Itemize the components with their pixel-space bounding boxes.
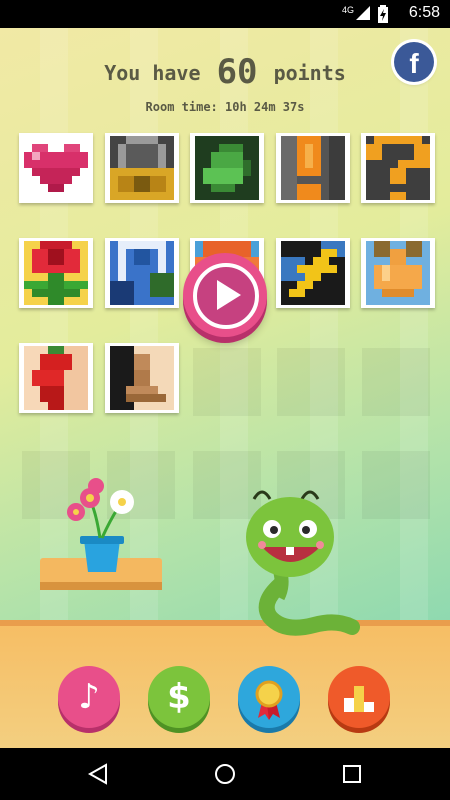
puzzle-vase[interactable] bbox=[361, 238, 435, 308]
vase-icon bbox=[366, 241, 430, 305]
locked-slot bbox=[362, 451, 430, 519]
puzzle-exclamation[interactable] bbox=[276, 133, 350, 203]
rose-icon bbox=[24, 241, 88, 305]
puzzle-lock[interactable] bbox=[105, 133, 179, 203]
achievements-button[interactable] bbox=[238, 666, 300, 728]
question-icon bbox=[366, 136, 430, 200]
lightning-icon bbox=[281, 241, 345, 305]
room-time: Room time: 10h 24m 37s bbox=[0, 100, 450, 114]
puzzle-music-note[interactable] bbox=[105, 238, 179, 308]
floor-edge bbox=[0, 620, 450, 626]
signal-icon bbox=[356, 6, 370, 20]
dollar-icon: $ bbox=[167, 677, 191, 717]
heart-icon bbox=[24, 136, 88, 200]
facebook-button[interactable]: f bbox=[394, 42, 434, 82]
music-note-icon bbox=[110, 241, 174, 305]
flower-pot-decoration bbox=[40, 478, 162, 590]
chili-pepper-icon bbox=[24, 346, 88, 410]
locked-slot bbox=[193, 348, 261, 416]
clock: 6:58 bbox=[408, 4, 440, 21]
puzzle-lightning[interactable] bbox=[276, 238, 350, 308]
points-display: You have 60 points bbox=[0, 52, 450, 92]
points-suffix: points bbox=[273, 61, 346, 85]
leaf-icon bbox=[195, 136, 259, 200]
room-time-value: 10h 24m 37s bbox=[225, 100, 305, 114]
lock-icon bbox=[110, 136, 174, 200]
puzzle-chess-pawn[interactable] bbox=[105, 343, 179, 413]
play-button[interactable] bbox=[183, 253, 267, 337]
facebook-icon: f bbox=[409, 48, 419, 79]
play-icon bbox=[217, 280, 241, 310]
music-button[interactable]: ♪ bbox=[58, 666, 120, 728]
shop-button[interactable]: $ bbox=[148, 666, 210, 728]
locked-slot bbox=[277, 348, 345, 416]
music-note-icon: ♪ bbox=[78, 677, 100, 717]
leaderboard-button[interactable] bbox=[328, 666, 390, 728]
recents-icon[interactable] bbox=[340, 762, 364, 786]
status-bar: 4G 6:58 bbox=[0, 0, 450, 28]
puzzle-chili-pepper[interactable] bbox=[19, 343, 93, 413]
leaderboard-icon bbox=[344, 686, 374, 712]
puzzle-rose[interactable] bbox=[19, 238, 93, 308]
ribbon-icon bbox=[255, 680, 283, 720]
points-value: 60 bbox=[216, 52, 258, 92]
battery-icon bbox=[378, 5, 388, 23]
room-time-label: Room time: bbox=[145, 100, 218, 114]
network-type: 4G bbox=[341, 5, 354, 15]
exclamation-icon bbox=[281, 136, 345, 200]
home-icon[interactable] bbox=[213, 762, 237, 786]
puzzle-leaf[interactable] bbox=[190, 133, 264, 203]
locked-slot bbox=[362, 348, 430, 416]
chess-pawn-icon bbox=[110, 346, 174, 410]
puzzle-question[interactable] bbox=[361, 133, 435, 203]
points-prefix: You have bbox=[104, 61, 201, 85]
back-icon[interactable] bbox=[86, 762, 110, 786]
puzzle-heart[interactable] bbox=[19, 133, 93, 203]
snake-mascot bbox=[246, 490, 360, 636]
